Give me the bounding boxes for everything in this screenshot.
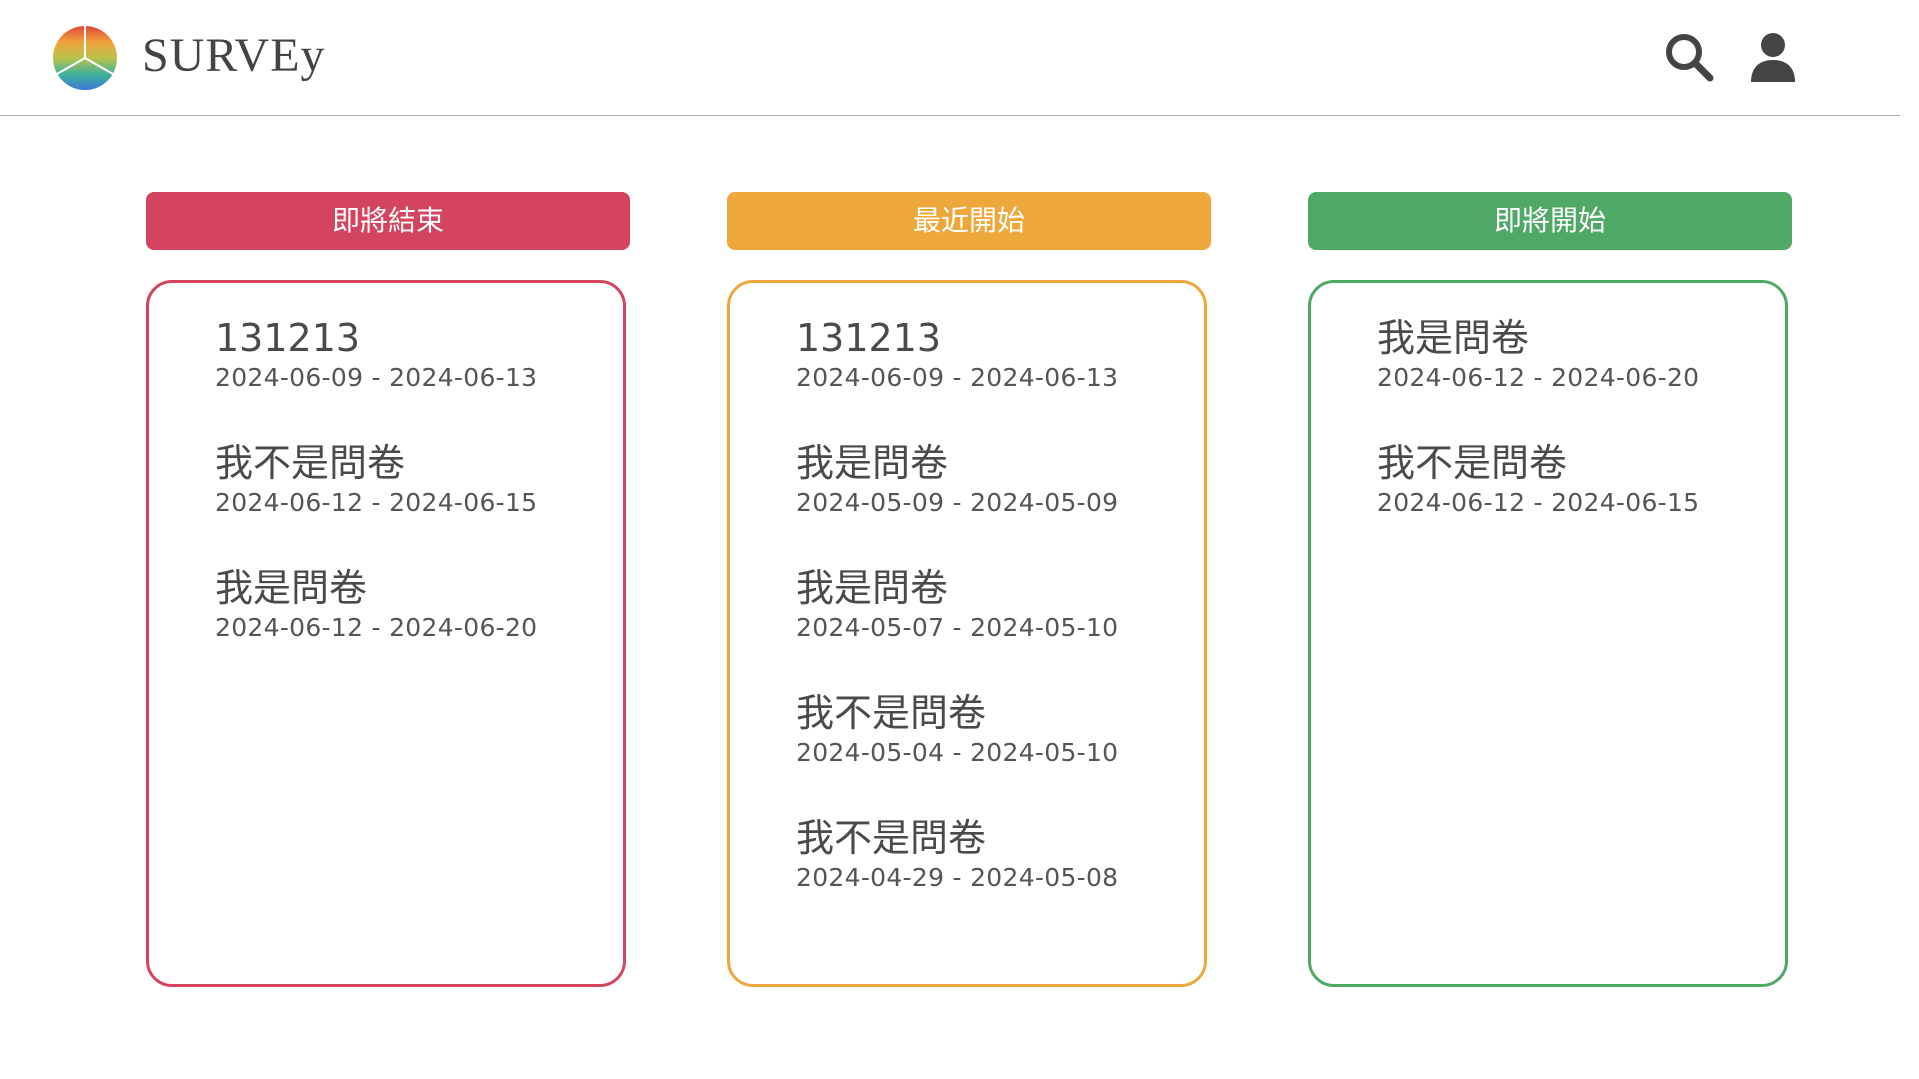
survey-list-recently-started: 131213 2024-06-09 - 2024-06-13 我是問卷 2024… bbox=[727, 280, 1207, 987]
survey-date-range: 2024-04-29 - 2024-05-08 bbox=[796, 863, 1119, 892]
survey-list-item[interactable]: 我是問卷 2024-05-09 - 2024-05-09 bbox=[796, 440, 1204, 520]
survey-list-item[interactable]: 我是問卷 2024-06-12 - 2024-06-20 bbox=[215, 565, 623, 645]
survey-date-range: 2024-06-09 - 2024-06-13 bbox=[215, 363, 538, 392]
survey-date-range: 2024-05-07 - 2024-05-10 bbox=[796, 613, 1119, 642]
survey-date-range: 2024-06-12 - 2024-06-20 bbox=[1377, 363, 1700, 392]
column-recently-started: 最近開始 131213 2024-06-09 - 2024-06-13 我是問卷… bbox=[727, 192, 1211, 987]
survey-date-range: 2024-05-09 - 2024-05-09 bbox=[796, 488, 1119, 517]
survey-title: 我不是問卷 bbox=[796, 816, 987, 860]
survey-title: 我不是問卷 bbox=[1377, 441, 1568, 485]
search-icon[interactable] bbox=[1662, 30, 1716, 84]
survey-title: 我不是問卷 bbox=[796, 691, 987, 735]
survey-list-ending-soon: 131213 2024-06-09 - 2024-06-13 我不是問卷 202… bbox=[146, 280, 626, 987]
survey-list-item[interactable]: 我不是問卷 2024-06-12 - 2024-06-15 bbox=[215, 440, 623, 520]
survey-date-range: 2024-06-09 - 2024-06-13 bbox=[796, 363, 1119, 392]
survey-list-item[interactable]: 我不是問卷 2024-04-29 - 2024-05-08 bbox=[796, 815, 1204, 895]
column-header-recently-started[interactable]: 最近開始 bbox=[727, 192, 1211, 250]
survey-date-range: 2024-06-12 - 2024-06-15 bbox=[215, 488, 538, 517]
logo-icon[interactable] bbox=[52, 25, 118, 91]
survey-list-item[interactable]: 我是問卷 2024-05-07 - 2024-05-10 bbox=[796, 565, 1204, 645]
survey-date-range: 2024-06-12 - 2024-06-15 bbox=[1377, 488, 1700, 517]
survey-date-range: 2024-06-12 - 2024-06-20 bbox=[215, 613, 538, 642]
survey-list-starting-soon: 我是問卷 2024-06-12 - 2024-06-20 我不是問卷 2024-… bbox=[1308, 280, 1788, 987]
top-header: SURVEy bbox=[0, 0, 1900, 116]
survey-list-item[interactable]: 131213 2024-06-09 - 2024-06-13 bbox=[796, 315, 1204, 395]
column-starting-soon: 即將開始 我是問卷 2024-06-12 - 2024-06-20 我不是問卷 … bbox=[1308, 192, 1792, 987]
column-header-starting-soon[interactable]: 即將開始 bbox=[1308, 192, 1792, 250]
survey-title: 131213 bbox=[796, 316, 942, 360]
survey-title: 131213 bbox=[215, 316, 361, 360]
survey-title: 我不是問卷 bbox=[215, 441, 406, 485]
column-ending-soon: 即將結束 131213 2024-06-09 - 2024-06-13 我不是問… bbox=[146, 192, 630, 987]
survey-title: 我是問卷 bbox=[796, 441, 949, 485]
survey-list-item[interactable]: 131213 2024-06-09 - 2024-06-13 bbox=[215, 315, 623, 395]
column-header-ending-soon[interactable]: 即將結束 bbox=[146, 192, 630, 250]
brand-name[interactable]: SURVEy bbox=[142, 26, 326, 86]
survey-title: 我是問卷 bbox=[1377, 316, 1530, 360]
survey-title: 我是問卷 bbox=[215, 566, 368, 610]
survey-title: 我是問卷 bbox=[796, 566, 949, 610]
survey-list-item[interactable]: 我是問卷 2024-06-12 - 2024-06-20 bbox=[1377, 315, 1785, 395]
survey-list-item[interactable]: 我不是問卷 2024-06-12 - 2024-06-15 bbox=[1377, 440, 1785, 520]
user-icon[interactable] bbox=[1746, 30, 1800, 84]
survey-date-range: 2024-05-04 - 2024-05-10 bbox=[796, 738, 1119, 767]
survey-list-item[interactable]: 我不是問卷 2024-05-04 - 2024-05-10 bbox=[796, 690, 1204, 770]
